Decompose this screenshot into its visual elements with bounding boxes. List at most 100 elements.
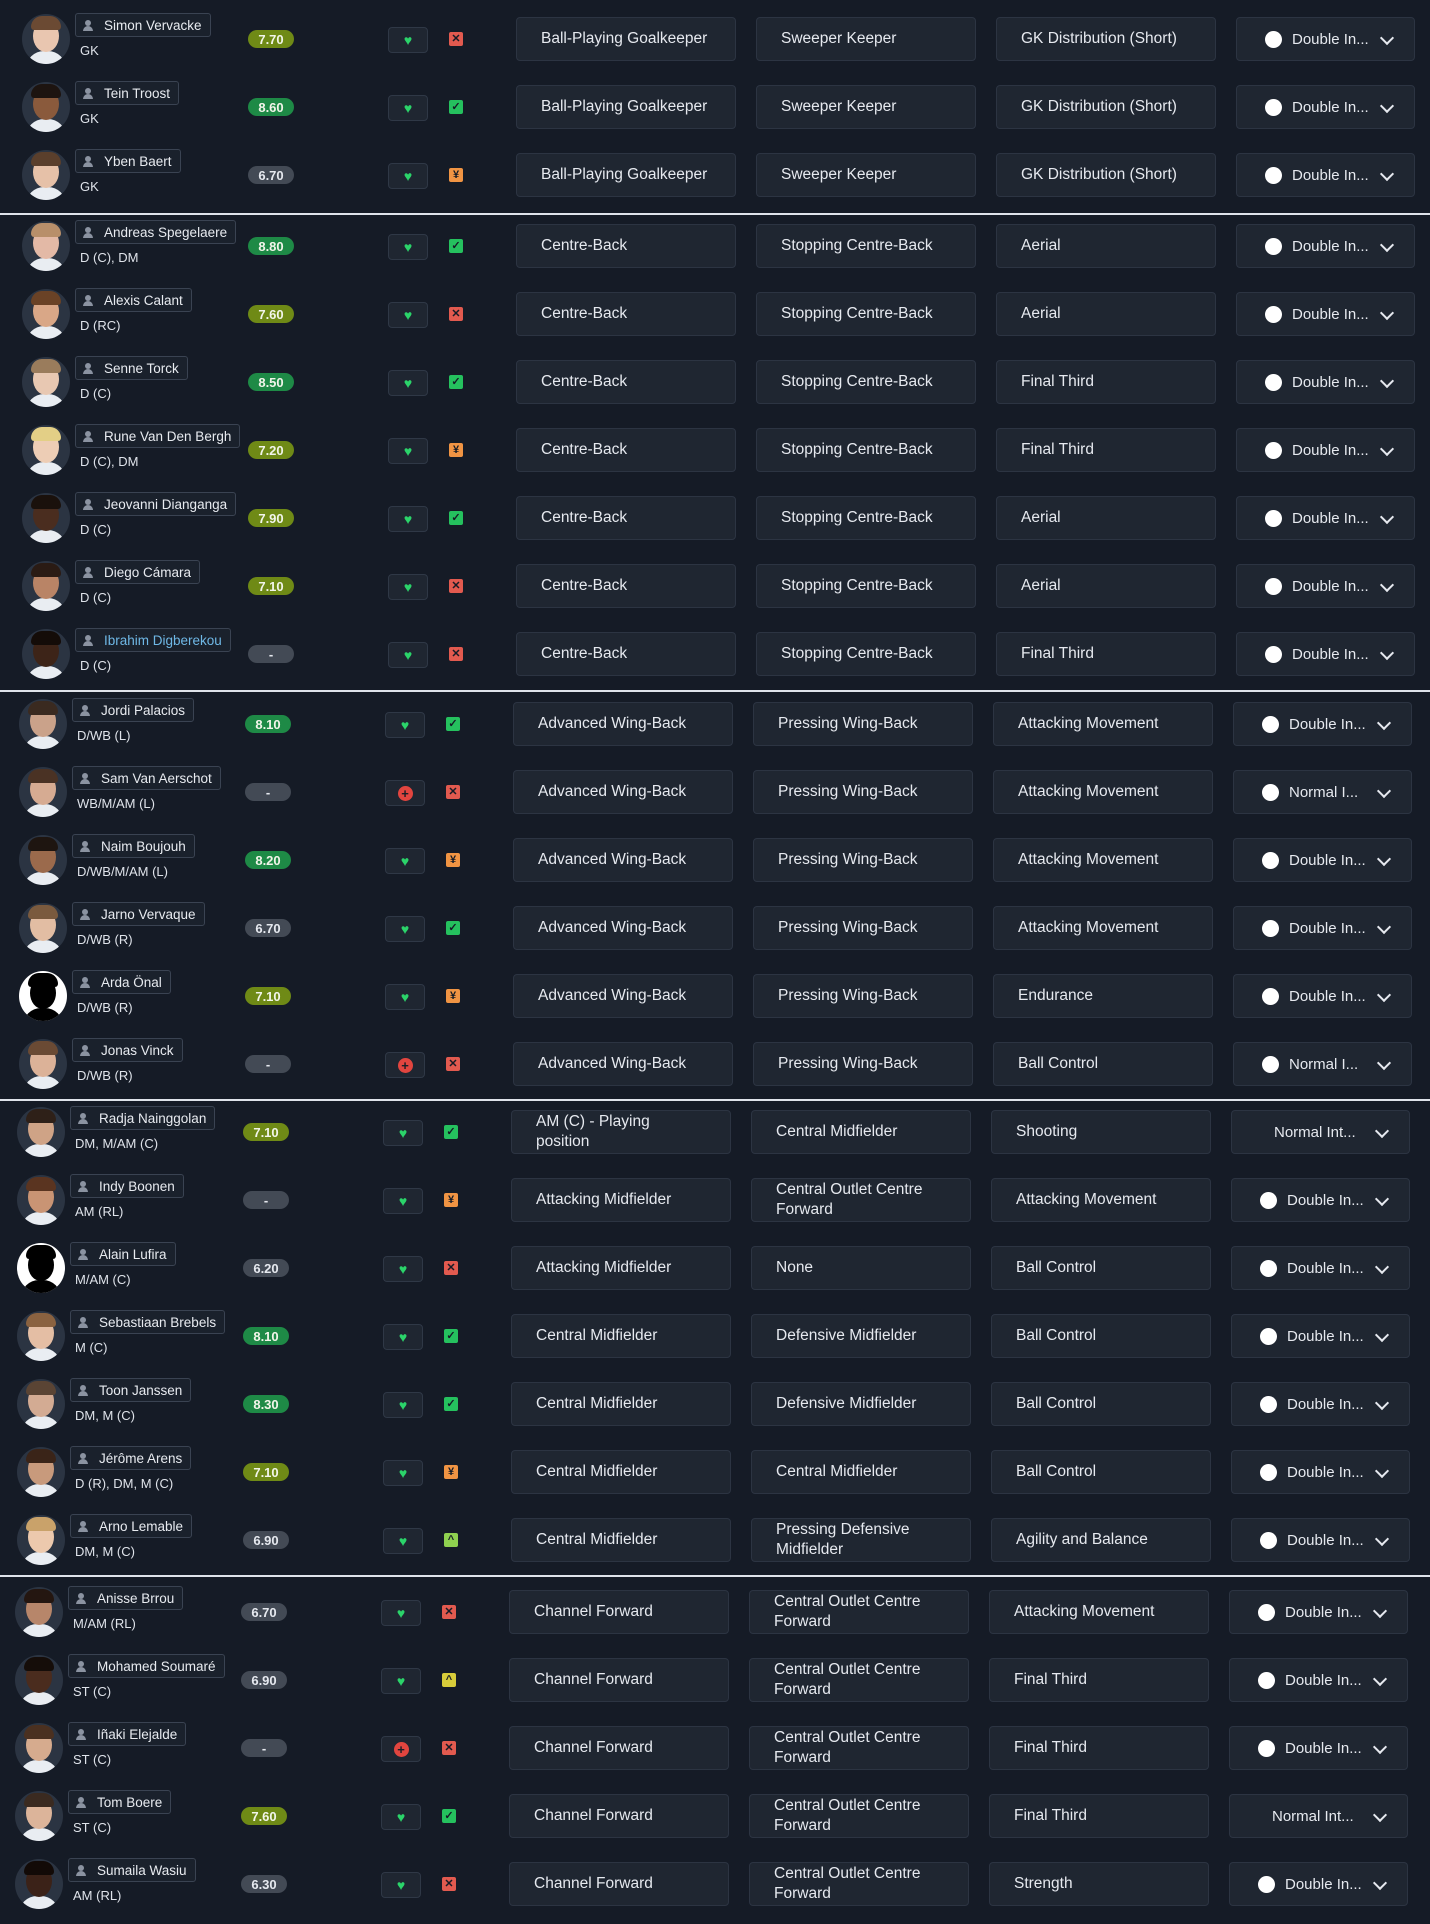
player-name-button[interactable]: Iñaki Elejalde xyxy=(68,1722,187,1746)
player-row[interactable]: Ibrahim Digberekou D (C) - ♥ ✕ Centre-Back Sto… xyxy=(0,620,1430,688)
player-name-button[interactable]: Diego Cámara xyxy=(75,560,201,584)
player-name-button[interactable]: Toon Janssen xyxy=(70,1378,192,1402)
fitness-button[interactable]: ♥ xyxy=(385,712,425,738)
alt-role-select[interactable]: Pressing Wing-Back xyxy=(753,906,973,950)
player-name-button[interactable]: Andreas Spegelaere xyxy=(75,220,237,244)
role-select[interactable]: AM (C) - Playing position xyxy=(511,1110,731,1154)
training-focus-select[interactable]: GK Distribution (Short) xyxy=(996,85,1216,129)
player-name-button[interactable]: Alexis Calant xyxy=(75,288,192,312)
player-name-button[interactable]: Ibrahim Digberekou xyxy=(75,628,231,652)
player-row[interactable]: Jarno Vervaque D/WB (R) 6.70 ♥ ✓ Advanced Win… xyxy=(0,894,1427,962)
fitness-button[interactable]: ♥ xyxy=(388,95,428,121)
training-focus-select[interactable]: Final Third xyxy=(996,428,1216,472)
fitness-button[interactable]: ♥ xyxy=(388,438,428,464)
player-row[interactable]: Sam Van Aerschot WB/M/AM (L) - + ✕ Advanced W… xyxy=(0,758,1427,826)
player-name-button[interactable]: Alain Lufira xyxy=(70,1242,176,1266)
fitness-button[interactable]: ♥ xyxy=(381,1600,421,1626)
intensity-dropdown[interactable]: Double In... xyxy=(1231,1382,1410,1426)
player-name-button[interactable]: Tom Boere xyxy=(68,1790,172,1814)
alt-role-select[interactable]: Central Outlet Centre Forward xyxy=(749,1862,969,1906)
fitness-button[interactable]: ♥ xyxy=(388,302,428,328)
alt-role-select[interactable]: Stopping Centre-Back xyxy=(756,564,976,608)
fitness-button[interactable]: ♥ xyxy=(388,574,428,600)
fitness-button[interactable]: ♥ xyxy=(388,642,428,668)
role-select[interactable]: Centre-Back xyxy=(516,632,736,676)
role-select[interactable]: Centre-Back xyxy=(516,496,736,540)
intensity-dropdown[interactable]: Double In... xyxy=(1236,85,1415,129)
role-select[interactable]: Advanced Wing-Back xyxy=(513,974,733,1018)
player-row[interactable]: Arda Önal D/WB (R) 7.10 ♥ ¥ Advanced Wing-Bac… xyxy=(0,962,1427,1030)
role-select[interactable]: Centre-Back xyxy=(516,564,736,608)
role-select[interactable]: Central Midfielder xyxy=(511,1314,731,1358)
alt-role-select[interactable]: Central Outlet Centre Forward xyxy=(751,1178,971,1222)
alt-role-select[interactable]: Stopping Centre-Back xyxy=(756,292,976,336)
fitness-button[interactable]: ♥ xyxy=(383,1392,423,1418)
player-name-button[interactable]: Mohamed Soumaré xyxy=(68,1654,225,1678)
role-select[interactable]: Channel Forward xyxy=(509,1862,729,1906)
fitness-button[interactable]: ♥ xyxy=(388,370,428,396)
player-name-button[interactable]: Yben Baert xyxy=(75,149,181,173)
intensity-dropdown[interactable]: Double In... xyxy=(1233,906,1412,950)
player-name-button[interactable]: Sam Van Aerschot xyxy=(72,766,221,790)
alt-role-select[interactable]: None xyxy=(751,1246,971,1290)
training-focus-select[interactable]: Attacking Movement xyxy=(991,1178,1211,1222)
alt-role-select[interactable]: Central Outlet Centre Forward xyxy=(749,1794,969,1838)
role-select[interactable]: Advanced Wing-Back xyxy=(513,838,733,882)
training-focus-select[interactable]: Aerial xyxy=(996,292,1216,336)
intensity-dropdown[interactable]: Normal Int... xyxy=(1229,1794,1408,1838)
player-row[interactable]: Iñaki Elejalde ST (C) - + ✕ Channel Forward Ce… xyxy=(0,1714,1423,1782)
role-select[interactable]: Ball-Playing Goalkeeper xyxy=(516,85,736,129)
intensity-dropdown[interactable]: Double In... xyxy=(1229,1658,1408,1702)
player-row[interactable]: Alain Lufira M/AM (C) 6.20 ♥ ✕ Attacking Midf… xyxy=(0,1234,1425,1302)
player-row[interactable]: Jonas Vinck D/WB (R) - + ✕ Advanced Wing-Back… xyxy=(0,1030,1427,1098)
player-name-button[interactable]: Jordi Palacios xyxy=(72,698,195,722)
fitness-button[interactable]: ♥ xyxy=(383,1460,423,1486)
role-select[interactable]: Advanced Wing-Back xyxy=(513,1042,733,1086)
intensity-dropdown[interactable]: Double In... xyxy=(1231,1450,1410,1494)
alt-role-select[interactable]: Central Midfielder xyxy=(751,1110,971,1154)
fitness-button[interactable]: ♥ xyxy=(381,1804,421,1830)
role-select[interactable]: Channel Forward xyxy=(509,1658,729,1702)
player-row[interactable]: Tein Troost GK 8.60 ♥ ✓ Ball-Playing Goalkeep… xyxy=(0,73,1430,141)
fitness-button[interactable]: ♥ xyxy=(388,506,428,532)
player-row[interactable]: Arno Lemable DM, M (C) 6.90 ♥ ^ Central Midfi… xyxy=(0,1506,1425,1574)
role-select[interactable]: Advanced Wing-Back xyxy=(513,906,733,950)
player-name-button[interactable]: Arda Önal xyxy=(72,970,171,994)
alt-role-select[interactable]: Sweeper Keeper xyxy=(756,153,976,197)
training-focus-select[interactable]: Aerial xyxy=(996,224,1216,268)
player-row[interactable]: Indy Boonen AM (RL) - ♥ ¥ Attacking Midfielde… xyxy=(0,1166,1425,1234)
intensity-dropdown[interactable]: Double In... xyxy=(1231,1518,1410,1562)
alt-role-select[interactable]: Central Outlet Centre Forward xyxy=(749,1658,969,1702)
intensity-dropdown[interactable]: Double In... xyxy=(1236,632,1415,676)
player-name-button[interactable]: Senne Torck xyxy=(75,356,188,380)
intensity-dropdown[interactable]: Double In... xyxy=(1236,224,1415,268)
player-name-button[interactable]: Tein Troost xyxy=(75,81,180,105)
fitness-button[interactable]: ♥ xyxy=(385,916,425,942)
player-row[interactable]: Simon Vervacke GK 7.70 ♥ ✕ Ball-Playing Goalk… xyxy=(0,5,1430,73)
alt-role-select[interactable]: Defensive Midfielder xyxy=(751,1382,971,1426)
fitness-button[interactable]: ♥ xyxy=(388,163,428,189)
fitness-button[interactable]: ♥ xyxy=(388,27,428,53)
player-row[interactable]: Yben Baert GK 6.70 ♥ ¥ Ball-Playing Goalkeepe… xyxy=(0,141,1430,209)
player-row[interactable]: Sebastiaan Brebels M (C) 8.10 ♥ ✓ Central Mid… xyxy=(0,1302,1425,1370)
player-name-button[interactable]: Sebastiaan Brebels xyxy=(70,1310,226,1334)
role-select[interactable]: Advanced Wing-Back xyxy=(513,702,733,746)
alt-role-select[interactable]: Central Midfielder xyxy=(751,1450,971,1494)
alt-role-select[interactable]: Central Outlet Centre Forward xyxy=(749,1726,969,1770)
player-name-button[interactable]: Simon Vervacke xyxy=(75,13,211,37)
alt-role-select[interactable]: Sweeper Keeper xyxy=(756,17,976,61)
intensity-dropdown[interactable]: Double In... xyxy=(1233,974,1412,1018)
player-row[interactable]: Naim Boujouh D/WB/M/AM (L) 8.20 ♥ ¥ Advanced … xyxy=(0,826,1427,894)
player-name-button[interactable]: Sumaila Wasiu xyxy=(68,1858,196,1882)
player-row[interactable]: Toon Janssen DM, M (C) 8.30 ♥ ✓ Central Midfi… xyxy=(0,1370,1425,1438)
fitness-button[interactable]: + xyxy=(385,1052,425,1078)
player-row[interactable]: Jeovanni Dianganga D (C) 7.90 ♥ ✓ Centre-Back… xyxy=(0,484,1430,552)
alt-role-select[interactable]: Pressing Wing-Back xyxy=(753,702,973,746)
intensity-dropdown[interactable]: Double In... xyxy=(1229,1726,1408,1770)
player-row[interactable]: Tom Boere ST (C) 7.60 ♥ ✓ Channel Forward Cent… xyxy=(0,1782,1423,1850)
role-select[interactable]: Central Midfielder xyxy=(511,1382,731,1426)
player-name-button[interactable]: Rune Van Den Bergh xyxy=(75,424,241,448)
role-select[interactable]: Channel Forward xyxy=(509,1726,729,1770)
training-focus-select[interactable]: Ball Control xyxy=(991,1382,1211,1426)
training-focus-select[interactable]: Final Third xyxy=(989,1794,1209,1838)
